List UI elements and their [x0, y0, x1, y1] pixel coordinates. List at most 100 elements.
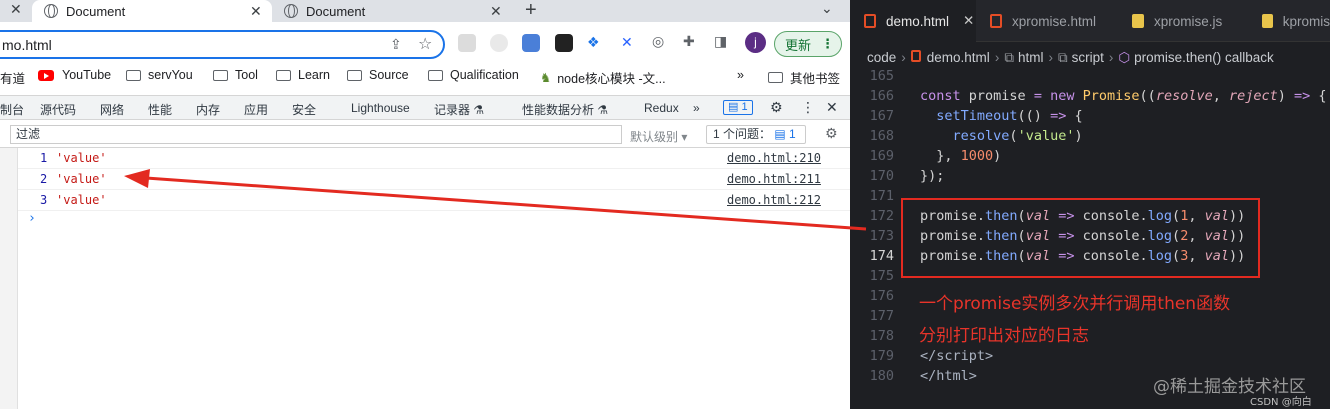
bookmark-item[interactable]: 有道	[0, 68, 25, 87]
tab-redux[interactable]: Redux	[644, 101, 679, 115]
bookmark-folder[interactable]: Source	[347, 68, 409, 82]
tab-strip: ✕ Document ✕ Document ✕ + ⌄	[0, 0, 850, 22]
code-line: 167 setTimeout(() => {	[850, 106, 1330, 126]
bookmark-item[interactable]: YouTube	[38, 68, 111, 82]
bookmark-label: Source	[369, 68, 409, 82]
log-source-link[interactable]: demo.html:210	[727, 151, 821, 165]
annotation-line-1: 一个promise实例多次并行调用then函数	[919, 294, 1231, 314]
editor-tab-label: demo.html	[886, 13, 950, 29]
folder-icon	[126, 69, 141, 81]
more-icon[interactable]: ⋮	[801, 99, 815, 116]
bookmark-folder[interactable]: Tool	[213, 68, 258, 82]
gear-icon[interactable]: ⚙	[770, 99, 783, 116]
line-number: 167	[869, 108, 894, 124]
levels-dropdown[interactable]: 默认级别 ▾	[630, 128, 687, 145]
tab-network[interactable]: 网络	[100, 101, 124, 118]
issues-count: 1	[789, 127, 796, 141]
line-number: 173	[869, 228, 894, 244]
browser-window: ✕ Document ✕ Document ✕ + ⌄ mo.html ⇪ ☆ …	[0, 0, 850, 409]
more-tabs-icon[interactable]: »	[693, 101, 700, 115]
extension-icon[interactable]	[458, 34, 476, 52]
tab-sources[interactable]: 源代码	[40, 101, 76, 118]
breadcrumb-item[interactable]: code	[867, 50, 896, 65]
tab-memory[interactable]: 内存	[196, 101, 220, 118]
html-file-icon	[990, 14, 1002, 28]
html-file-icon	[864, 14, 876, 28]
method-icon: ⬡	[1118, 50, 1131, 65]
address-bar[interactable]: mo.html ⇪ ☆	[0, 30, 445, 59]
element-icon: ⧉	[1057, 50, 1068, 65]
tab-lighthouse[interactable]: Lighthouse	[351, 101, 410, 115]
bookmark-folder[interactable]: Qualification	[428, 68, 519, 82]
log-source-link[interactable]: demo.html:212	[727, 193, 821, 207]
bookmark-label: servYou	[148, 68, 193, 82]
issues-button[interactable]: 1 个问题： ▤ 1	[706, 125, 806, 144]
bookmarks-bar: 有道 YouTube servYou Tool Learn Source Qua…	[0, 63, 850, 89]
tab-title: Document	[66, 3, 126, 19]
breadcrumb-item[interactable]: demo.html	[927, 50, 990, 65]
update-button[interactable]: 更新 ⋮	[774, 31, 842, 57]
avatar[interactable]: j	[745, 32, 766, 53]
line-number: 175	[869, 268, 894, 284]
sidepanel-icon[interactable]: ◨	[714, 33, 727, 50]
issues-badge[interactable]: ▤ 1	[723, 100, 753, 115]
tab-application[interactable]: 应用	[244, 101, 268, 118]
extension-icon[interactable]	[490, 34, 508, 52]
breadcrumb-item[interactable]: promise.then() callback	[1134, 50, 1274, 65]
editor-tab-label: xpromise.js	[1154, 13, 1223, 29]
editor-tab[interactable]: kpromis	[1248, 0, 1330, 42]
close-icon[interactable]: ✕	[826, 99, 838, 116]
close-icon[interactable]: ✕	[10, 1, 22, 18]
code-line: 170});	[850, 166, 1330, 186]
tab-security[interactable]: 安全	[292, 101, 316, 118]
close-tab-icon[interactable]: ✕	[490, 3, 502, 20]
breadcrumb-item[interactable]: script	[1072, 50, 1104, 65]
console-row: 1 'value' demo.html:210	[18, 148, 850, 169]
console-row: 2 'value' demo.html:211	[18, 169, 850, 190]
bookmark-folder[interactable]: servYou	[126, 68, 193, 82]
extension-icon[interactable]: ❖	[587, 34, 600, 51]
bookmark-folder[interactable]: 其他书签	[768, 68, 840, 87]
tab-recorder[interactable]: 记录器 ⚗	[434, 101, 484, 118]
log-value: 'value'	[56, 193, 107, 207]
tab-console[interactable]: 制台	[0, 101, 24, 118]
tab-performance[interactable]: 性能	[148, 101, 172, 118]
log-source-link[interactable]: demo.html:211	[727, 172, 821, 186]
chevron-down-icon[interactable]: ⌄	[821, 0, 833, 17]
new-tab-icon[interactable]: +	[525, 0, 537, 22]
editor-tab[interactable]: xpromise.js	[1118, 0, 1248, 42]
extension-icon[interactable]: ✕	[621, 34, 633, 51]
gear-icon[interactable]: ⚙	[825, 125, 838, 142]
translate-icon[interactable]	[522, 34, 540, 52]
line-number: 165	[869, 68, 894, 84]
bookmark-label: YouTube	[62, 68, 112, 82]
browser-tab[interactable]: Document ✕	[284, 0, 509, 22]
bookmarks-overflow[interactable]: »	[737, 68, 744, 82]
tab-perf-insights[interactable]: 性能数据分析 ⚗	[522, 101, 608, 118]
share-icon[interactable]: ⇪	[390, 36, 402, 53]
breadcrumb-item[interactable]: html	[1018, 50, 1044, 65]
close-icon[interactable]: ✕	[963, 13, 974, 29]
extension-icon[interactable]: ◎	[652, 33, 664, 50]
address-text[interactable]: mo.html	[2, 37, 52, 53]
filter-input[interactable]: 过滤	[10, 125, 622, 144]
editor-tab[interactable]: xpromise.html	[976, 0, 1118, 42]
close-tab-icon[interactable]: ✕	[250, 3, 262, 20]
bookmark-label: Qualification	[450, 68, 519, 82]
extension-icon[interactable]	[555, 34, 573, 52]
line-number: 174	[869, 248, 894, 264]
console-gutter	[0, 148, 18, 409]
star-icon[interactable]: ☆	[418, 34, 432, 54]
puzzle-icon[interactable]: ✚	[683, 33, 695, 50]
js-file-icon	[1132, 14, 1144, 28]
code-line: 169 }, 1000)	[850, 146, 1330, 166]
editor-tab-active[interactable]: demo.html ✕	[850, 0, 976, 42]
console-prompt[interactable]: ›	[28, 211, 36, 226]
bookmark-label: node核心模块 -文...	[557, 72, 666, 86]
element-icon: ⧉	[1004, 50, 1014, 65]
log-number: 3	[40, 193, 48, 207]
bookmark-item[interactable]: ♞ node核心模块 -文...	[540, 68, 666, 87]
browser-tab-active[interactable]: Document ✕	[32, 0, 272, 22]
bookmark-folder[interactable]: Learn	[276, 68, 330, 82]
folder-icon	[276, 69, 291, 81]
